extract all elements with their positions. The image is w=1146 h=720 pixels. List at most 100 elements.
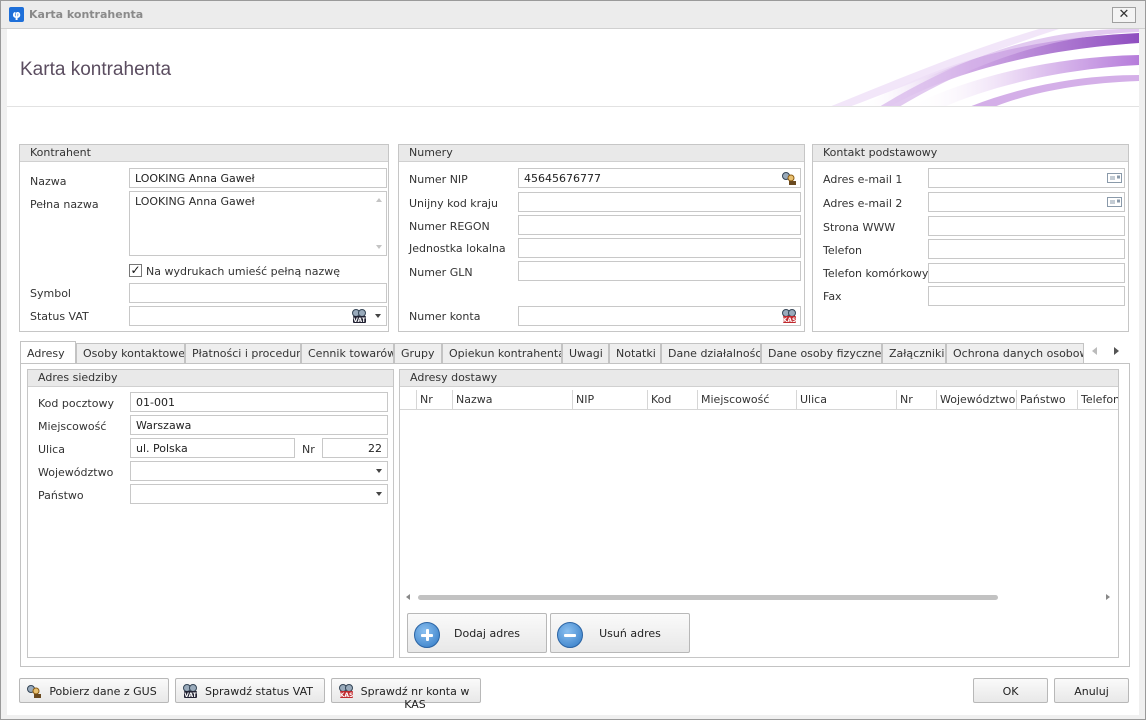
nip-label: Numer NIP [409,173,468,186]
email2-label: Adres e-mail 2 [823,197,903,210]
close-button[interactable]: ✕ [1112,7,1136,23]
status-vat-label: Status VAT [30,310,89,323]
scroll-right-icon[interactable] [1106,594,1110,600]
tab-adresy-panel: Adres siedziby Kod pocztowy 01-001 Miejs… [20,363,1130,667]
delivery-grid-hscrollbar[interactable] [400,592,1118,604]
tab-osoby-kontaktowe[interactable]: Osoby kontaktowe [76,343,185,363]
regon-label: Numer REGON [409,220,490,233]
remove-address-label: Usuń adres [599,627,661,640]
tab-opiekun[interactable]: Opiekun kontrahenta [442,343,562,363]
column-header-nr-domu[interactable]: Nr [896,390,936,410]
column-header-panstwo[interactable]: Państwo [1016,390,1077,410]
column-header-wojewodztwo[interactable]: Województwo [936,390,1016,410]
jednostka-lokalna-label: Jednostka lokalna [409,242,506,255]
chevron-down-icon[interactable] [376,469,382,473]
cancel-button[interactable]: Anuluj [1054,678,1129,703]
nip-field[interactable]: 45645676777 [518,168,801,188]
status-vat-dropdown[interactable]: VAT [129,306,387,326]
fax-label: Fax [823,290,842,303]
tab-uwagi[interactable]: Uwagi [562,343,609,363]
gus-button[interactable]: Pobierz dane z GUS [19,678,169,703]
gln-field[interactable] [518,261,801,281]
column-header-kod[interactable]: Kod [647,390,697,410]
telefon-field[interactable] [928,239,1125,259]
email-icon[interactable] [1107,172,1122,184]
content-area: Kontrahent Nazwa LOOKING Anna Gaweł Pełn… [7,107,1139,715]
kas-check-button[interactable]: KAS Sprawdź nr konta w KAS [331,678,481,711]
www-label: Strona WWW [823,221,896,234]
tab-dane-osoby-fizycznej[interactable]: Dane osoby fizycznej [761,343,882,363]
kontakt-group-title: Kontakt podstawowy [813,145,1128,162]
pelna-nazwa-field[interactable]: LOOKING Anna Gaweł [129,191,387,256]
scrollbar-thumb[interactable] [418,595,998,600]
numer-konta-label: Numer konta [409,310,481,323]
jednostka-lokalna-field[interactable] [518,238,801,258]
vat-check-icon[interactable]: VAT [351,308,368,324]
add-address-button[interactable]: Dodaj adres [407,613,547,653]
column-header-miejscowosc[interactable]: Miejscowość [697,390,796,410]
ok-button[interactable]: OK [973,678,1048,703]
column-header-nr[interactable]: Nr [416,390,452,410]
tab-dane-dzialalnosci[interactable]: Dane działalności [661,343,761,363]
tab-zalaczniki[interactable]: Załączniki [882,343,946,363]
full-name-checkbox[interactable]: ✓ [129,264,142,277]
nazwa-label: Nazwa [30,175,67,188]
column-header-ulica[interactable]: Ulica [796,390,896,410]
chevron-down-icon[interactable] [375,314,381,318]
page-title: Karta kontrahenta [20,59,172,80]
delivery-grid-body[interactable] [400,411,1118,592]
remove-address-button[interactable]: Usuń adres [550,613,690,653]
svg-text:VAT: VAT [353,317,366,324]
tab-notatki[interactable]: Notatki [609,343,661,363]
kas-check-icon[interactable]: KAS [781,308,798,324]
adresy-dostawy-group: Adresy dostawy Nr Nazwa NIP Kod Miejscow… [399,369,1119,658]
full-name-checkbox-label: Na wydrukach umieść pełną nazwę [146,265,341,278]
wojewodztwo-label: Województwo [38,466,114,479]
tab-platnosci[interactable]: Płatności i procedury [185,343,301,363]
wojewodztwo-dropdown[interactable] [130,461,388,481]
gus-lookup-icon[interactable] [781,170,798,186]
scroll-down-icon[interactable] [376,245,382,249]
kod-pocztowy-field[interactable]: 01-001 [130,392,388,412]
tab-adresy[interactable]: Adresy [20,341,76,364]
numery-group-title: Numery [399,145,804,162]
scroll-up-icon[interactable] [376,198,382,202]
header-banner: Karta kontrahenta [7,29,1139,107]
miejscowosc-field[interactable]: Warszawa [130,415,388,435]
title-bar: φ Karta kontrahenta ✕ [1,1,1145,29]
fax-field[interactable] [928,286,1125,306]
email1-field[interactable] [928,168,1125,188]
ulica-field[interactable]: ul. Polska [130,438,295,458]
nazwa-field[interactable]: LOOKING Anna Gaweł [129,168,387,188]
pelna-nazwa-label: Pełna nazwa [30,198,99,211]
chevron-down-icon[interactable] [376,492,382,496]
tab-scroll-left-icon[interactable] [1092,347,1097,355]
tab-ochrona-danych[interactable]: Ochrona danych osobowych [946,343,1084,363]
panstwo-dropdown[interactable] [130,484,388,504]
kontakt-group: Kontakt podstawowy Adres e-mail 1 Adres … [812,144,1129,332]
regon-field[interactable] [518,215,801,235]
email-icon[interactable] [1107,196,1122,208]
symbol-field[interactable] [129,283,387,303]
telefon-komorkowy-field[interactable] [928,263,1125,283]
column-header-nip[interactable]: NIP [572,390,647,410]
tab-grupy[interactable]: Grupy [394,343,442,363]
email2-field[interactable] [928,192,1125,212]
kontrahent-group-title: Kontrahent [20,145,388,162]
numer-konta-field[interactable]: KAS [518,306,801,326]
nr-field[interactable]: 22 [322,438,388,458]
www-field[interactable] [928,216,1125,236]
scroll-left-icon[interactable] [406,594,410,600]
nip-value: 45645676777 [524,172,601,185]
kod-pocztowy-label: Kod pocztowy [38,397,114,410]
ok-button-label: OK [1002,685,1019,698]
unijny-kod-field[interactable] [518,192,801,212]
gus-button-label: Pobierz dane z GUS [49,685,157,698]
tab-scroll-right-icon[interactable] [1114,347,1119,355]
tab-cennik-towarow[interactable]: Cennik towarów [301,343,394,363]
pelna-nazwa-text: LOOKING Anna Gaweł [135,195,255,208]
pelna-nazwa-scrollbar[interactable] [372,192,386,255]
column-header-telefon[interactable]: Telefon [1077,390,1118,410]
column-header-nazwa[interactable]: Nazwa [452,390,572,410]
vat-status-button[interactable]: VAT Sprawdź status VAT [175,678,325,703]
